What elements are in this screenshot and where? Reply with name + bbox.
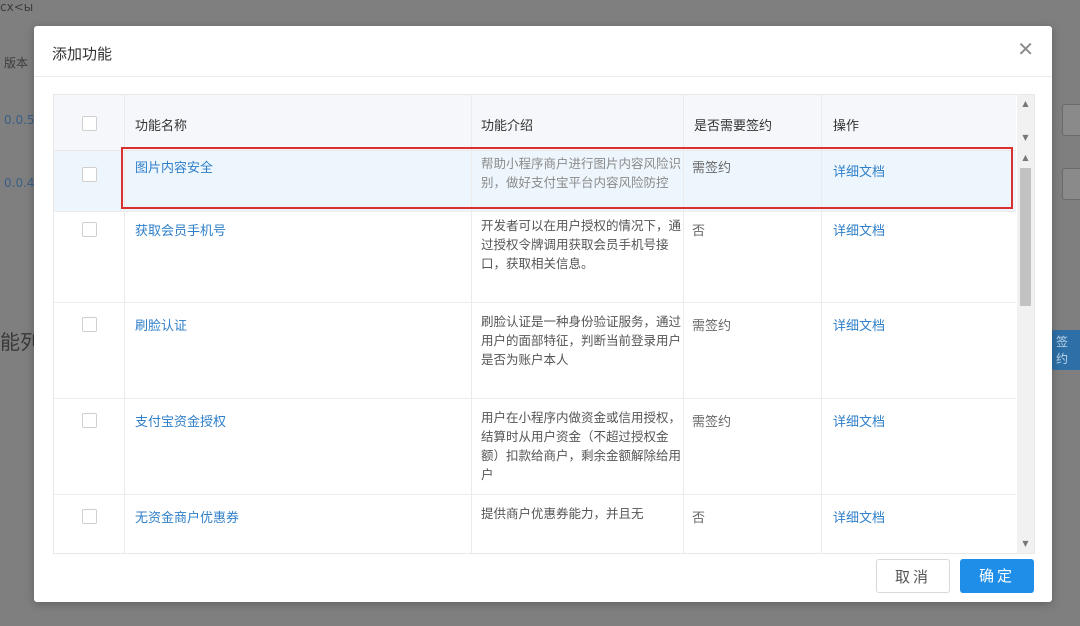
add-feature-dialog: 添加功能 ✕ 功能名称 功能介绍 是否需要签约 操作 图片内容安全 帮助小程序商… [34,26,1052,602]
feature-sign: 需签约 [692,319,732,334]
row-checkbox[interactable] [82,413,97,428]
bg-sign-tag: 签约 [1052,330,1080,370]
table-row[interactable]: 支付宝资金授权 用户在小程序内做资金或信用授权，结算时从用户资金（不超过授权金额… [54,399,1016,495]
feature-sign: 需签约 [692,161,732,176]
column-divider [124,95,125,553]
feature-name-link[interactable]: 支付宝资金授权 [135,411,226,430]
column-divider [471,95,472,553]
bg-button-1 [1062,104,1080,136]
header-op: 操作 [833,119,860,134]
bg-version-label: 版本 [4,56,29,70]
feature-doc-link[interactable]: 详细文档 [833,161,885,180]
feature-desc: 开发者可以在用户授权的情况下，通过授权令牌调用获取会员手机号接口，获取相关信息。 [481,218,682,271]
feature-doc-link[interactable]: 详细文档 [833,411,885,430]
feature-table: 功能名称 功能介绍 是否需要签约 操作 图片内容安全 帮助小程序商户进行图片内容… [53,94,1035,554]
feature-desc: 刷脸认证是一种身份验证服务，通过用户的面部特征，判断当前登录用户是否为账户本人 [481,314,682,367]
arrow-up-icon[interactable]: ▲ [1017,97,1034,111]
header-name: 功能名称 [135,119,188,134]
row-checkbox[interactable] [82,317,97,332]
header-sign: 是否需要签约 [694,119,773,134]
table-row[interactable]: 刷脸认证 刷脸认证是一种身份验证服务，通过用户的面部特征，判断当前登录用户是否为… [54,303,1016,399]
feature-desc: 提供商户优惠券能力，并且无 [481,506,644,521]
table-row[interactable]: 获取会员手机号 开发者可以在用户授权的情况下，通过授权令牌调用获取会员手机号接口… [54,212,1016,303]
feature-doc-link[interactable]: 详细文档 [833,507,885,526]
feature-doc-link[interactable]: 详细文档 [833,315,885,334]
row-checkbox[interactable] [82,509,97,524]
feature-name-link[interactable]: 无资金商户优惠券 [135,507,239,526]
cancel-button[interactable]: 取消 [876,559,950,593]
arrow-up-icon[interactable]: ▲ [1017,151,1034,165]
title-divider [34,76,1052,77]
feature-name-link[interactable]: 图片内容安全 [135,157,213,176]
header-desc: 功能介绍 [481,119,534,134]
feature-name-link[interactable]: 刷脸认证 [135,315,187,334]
bg-fragment-top: сх<ы [0,0,34,14]
select-all-checkbox[interactable] [82,116,97,131]
column-divider [821,95,822,553]
dialog-title: 添加功能 [52,45,113,63]
bg-version-2: 0.0.4 [4,176,35,190]
feature-doc-link[interactable]: 详细文档 [833,220,885,239]
feature-desc: 帮助小程序商户进行图片内容风险识别，做好支付宝平台内容风险防控 [481,156,682,190]
row-checkbox[interactable] [82,167,97,182]
row-checkbox[interactable] [82,222,97,237]
confirm-button[interactable]: 确定 [960,559,1034,593]
column-divider [683,95,684,553]
scroll-thumb[interactable] [1020,168,1031,306]
feature-sign: 否 [692,511,706,526]
arrow-down-icon[interactable]: ▼ [1017,537,1034,551]
bg-button-2 [1062,168,1080,200]
arrow-down-icon[interactable]: ▼ [1017,131,1034,145]
table-row[interactable]: 无资金商户优惠券 提供商户优惠券能力，并且无 否 详细文档 [54,495,1016,553]
bg-version-1: 0.0.5 [4,113,35,127]
feature-sign: 需签约 [692,415,732,430]
close-icon[interactable]: ✕ [1017,39,1034,59]
feature-desc: 用户在小程序内做资金或信用授权，结算时从用户资金（不超过授权金额）扣款给商户，剩… [481,410,682,482]
table-scrollbar[interactable]: ▲ ▼ ▲ ▼ [1017,95,1034,553]
table-row[interactable]: 图片内容安全 帮助小程序商户进行图片内容风险识别，做好支付宝平台内容风险防控 需… [54,151,1016,212]
feature-name-link[interactable]: 获取会员手机号 [135,220,226,239]
table-header: 功能名称 功能介绍 是否需要签约 操作 [54,95,1016,151]
feature-sign: 否 [692,224,706,239]
